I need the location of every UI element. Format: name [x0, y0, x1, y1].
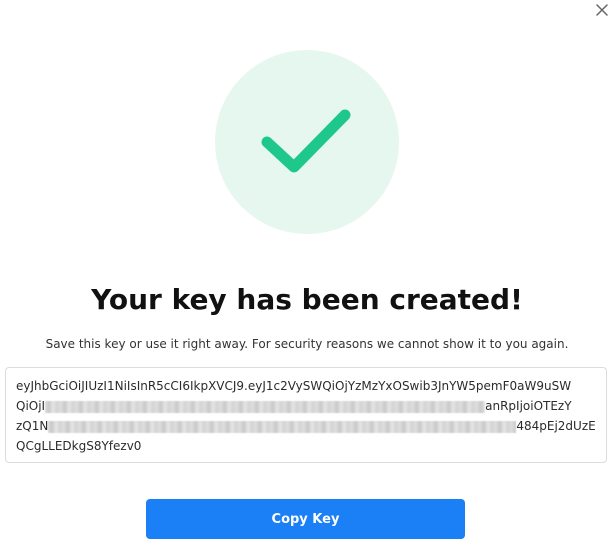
- key-line-1: eyJhbGciOiJIUzI1NiIsInR5cCI6IkpXVCJ9.eyJ…: [16, 379, 572, 393]
- key-line-2-end: anRpIjoiOTEzY: [485, 399, 572, 413]
- key-line-2: QiOjI anRpIjoiOTEzY: [16, 396, 596, 416]
- success-badge: [215, 50, 399, 234]
- key-created-dialog: Your key has been created! Save this key…: [0, 0, 614, 550]
- dialog-subtitle: Save this key or use it right away. For …: [45, 337, 569, 351]
- redacted-segment: [48, 420, 517, 433]
- close-button[interactable]: [594, 2, 610, 18]
- close-icon: [596, 4, 608, 16]
- key-line-2-start: QiOjI: [16, 399, 46, 413]
- key-line-3-start: zQ1N: [16, 419, 49, 433]
- redacted-segment: [45, 400, 486, 413]
- copy-key-button[interactable]: Copy Key: [146, 499, 465, 539]
- api-key-display[interactable]: eyJhbGciOiJIUzI1NiIsInR5cCI6IkpXVCJ9.eyJ…: [5, 367, 607, 463]
- key-line-4: QCgLLEDkgS8Yfezv0: [16, 439, 142, 453]
- key-line-3-end: 484pEj2dUzE: [516, 419, 596, 433]
- key-line-3: zQ1N 484pEj2dUzE: [16, 416, 596, 436]
- dialog-title: Your key has been created!: [91, 283, 523, 316]
- checkmark-icon: [261, 109, 351, 173]
